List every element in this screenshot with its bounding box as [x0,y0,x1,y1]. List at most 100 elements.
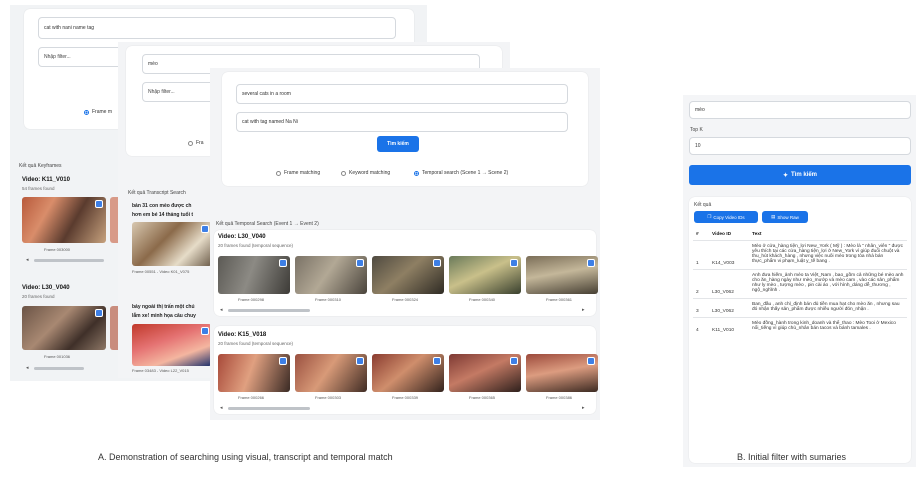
search-button[interactable]: ✦ Tìm kiếm [689,165,911,185]
frame-caption: Frame 000361 [546,297,573,302]
temporal-frame-thumbnail[interactable] [449,354,521,392]
scrollbar[interactable] [228,309,310,312]
scroll-left-icon[interactable]: ◂ [26,257,29,263]
results-table-wrap: # Video ID Text 1 K14_V003 Mèo ở cửa_hàn… [693,229,907,336]
radio-dot-icon [341,170,346,176]
scroll-left-icon[interactable]: ◂ [220,307,223,313]
filter-input[interactable]: mèo [689,101,911,119]
frame-matching-radio[interactable]: Frame m [84,109,112,115]
video-title: Video: K15_V018 [218,332,267,338]
temporal-frame-thumbnail[interactable] [218,256,290,294]
temporal-frame-thumbnail[interactable] [372,354,444,392]
sparkle-icon: ✦ [782,172,788,179]
col-text: Text [752,232,762,237]
results-label: Kết quả Transcript Search [128,190,186,196]
filter-summary-panel: mèo Top K 10 ✦ Tìm kiếm Kết quả ❐ Copy Vid… [683,95,916,467]
frame-caption: Frame 03483 - Video L22_V015 [132,368,189,373]
results-label: Kết quả Temporal Search (Event 1 → Event… [216,221,319,227]
temporal-frame-thumbnail[interactable] [295,354,367,392]
keyframe-thumbnail[interactable] [22,197,106,243]
scroll-right-icon[interactable]: ▸ [582,307,585,313]
video-title: Video: L30_V040 [218,234,266,240]
frame-caption: Frame 000339 [392,395,419,400]
row-number: 2 [693,269,709,299]
row-number: 1 [693,240,709,270]
select-icon[interactable] [95,309,103,317]
transcript-text: hơn em bé 14 tháng tuổi t [132,212,194,218]
search-button[interactable]: Tìm kiếm [377,136,419,152]
row-number: 3 [693,298,709,318]
transcript-text: bản 31 con mèo được ch [132,203,192,209]
select-icon[interactable] [510,357,518,365]
select-icon[interactable] [356,357,364,365]
select-icon[interactable] [201,225,209,233]
scroll-left-icon[interactable]: ◂ [26,365,29,371]
select-icon[interactable] [279,357,287,365]
temporal-frame-thumbnail[interactable] [526,256,598,294]
select-icon[interactable] [279,259,287,267]
transcript-thumbnail[interactable] [132,324,212,366]
scrollbar[interactable] [34,259,104,262]
frame-caption: Frame 000324 [392,297,419,302]
select-icon[interactable] [433,259,441,267]
frame-count: 20 frames found (temporal sequence) [218,341,294,346]
scrollbar[interactable] [34,367,84,370]
topk-label: Top K [690,127,703,133]
show-raw-button[interactable]: ▤ Show Raw [762,211,808,223]
select-icon[interactable] [95,200,103,208]
col-video-id: Video ID [712,232,732,237]
radio-label: Fra [196,140,204,146]
frame-caption: Frame 000310 [315,297,342,302]
temporal-frame-thumbnail[interactable] [372,256,444,294]
table-row[interactable]: 4 K11_V010 Mèo đồng_hành trong kinh_doan… [693,317,907,336]
table-row[interactable]: 2 L30_V062 Anh đưa hiếm_ảnh mèo ta Việt_… [693,269,907,299]
results-label: Kết quả Keyframes [19,163,62,169]
copy-video-ids-button[interactable]: ❐ Copy Video IDs [694,211,758,223]
scroll-left-icon[interactable]: ◂ [220,405,223,411]
scroll-right-icon[interactable]: ▸ [582,405,585,411]
row-text: Mèo đồng_hành trong kinh_doanh và thể_th… [749,317,907,336]
temporal-search-radio[interactable]: Temporal search (Scene 1 → Scene 2) [414,170,508,176]
frame-matching-radio[interactable]: Fra [188,140,204,146]
raw-button-label: Show Raw [777,214,799,220]
temporal-frame-thumbnail[interactable] [295,256,367,294]
temporal-search-panel: several cats in a room cat with tag name… [210,68,600,420]
row-text: Anh đưa hiếm_ảnh mèo ta Việt_Nam , bao_g… [749,269,907,299]
keyword-matching-radio[interactable]: Keyword matching [341,170,390,176]
results-label: Kết quả [694,202,712,208]
scrollbar[interactable] [228,407,310,410]
temporal-frame-thumbnail[interactable] [449,256,521,294]
frame-caption: Frame 000386 [546,395,573,400]
filter-input[interactable]: Nhập filter... [38,47,128,67]
select-icon[interactable] [356,259,364,267]
scene2-query-input[interactable]: cat with tag named Na Ni [236,112,568,132]
select-icon[interactable] [587,259,595,267]
radio-dot-icon [414,170,419,176]
frame-count: 20 frames found (temporal sequence) [218,243,294,248]
select-icon[interactable] [201,327,209,335]
frame-caption: Frame 000298 [238,297,265,302]
frame-matching-radio[interactable]: Frame matching [276,170,320,176]
radio-label: Keyword matching [349,170,391,176]
copy-icon: ❐ [707,214,712,219]
select-icon[interactable] [433,357,441,365]
copy-button-label: Copy Video IDs [713,214,745,220]
frame-caption: Frame 00551 - Video K01_V075 [132,269,190,274]
table-row[interactable]: 1 K14_V003 Mèo ở cửa_hàng tiện_lợi New_Y… [693,240,907,270]
scene1-query-input[interactable]: several cats in a room [236,84,568,104]
temporal-frame-thumbnail[interactable] [526,354,598,392]
topk-input[interactable]: 10 [689,137,911,155]
radio-dot-icon [276,170,281,176]
video-title: Video: L30_V040 [22,285,70,291]
document-icon: ▤ [771,214,776,219]
transcript-thumbnail[interactable] [132,222,212,266]
query-input[interactable]: cat with nani name tag [38,17,396,39]
radio-label: Temporal search (Scene 1 → Scene 2) [422,170,509,176]
select-icon[interactable] [587,357,595,365]
keyframe-thumbnail[interactable] [22,306,106,350]
select-icon[interactable] [510,259,518,267]
video-title: Video: K11_V010 [22,177,70,183]
search-button-label: Tìm kiếm [791,172,818,178]
table-row[interactable]: 3 L30_V062 Ban_đầu , anh chỉ_định bán đủ… [693,298,907,318]
temporal-frame-thumbnail[interactable] [218,354,290,392]
